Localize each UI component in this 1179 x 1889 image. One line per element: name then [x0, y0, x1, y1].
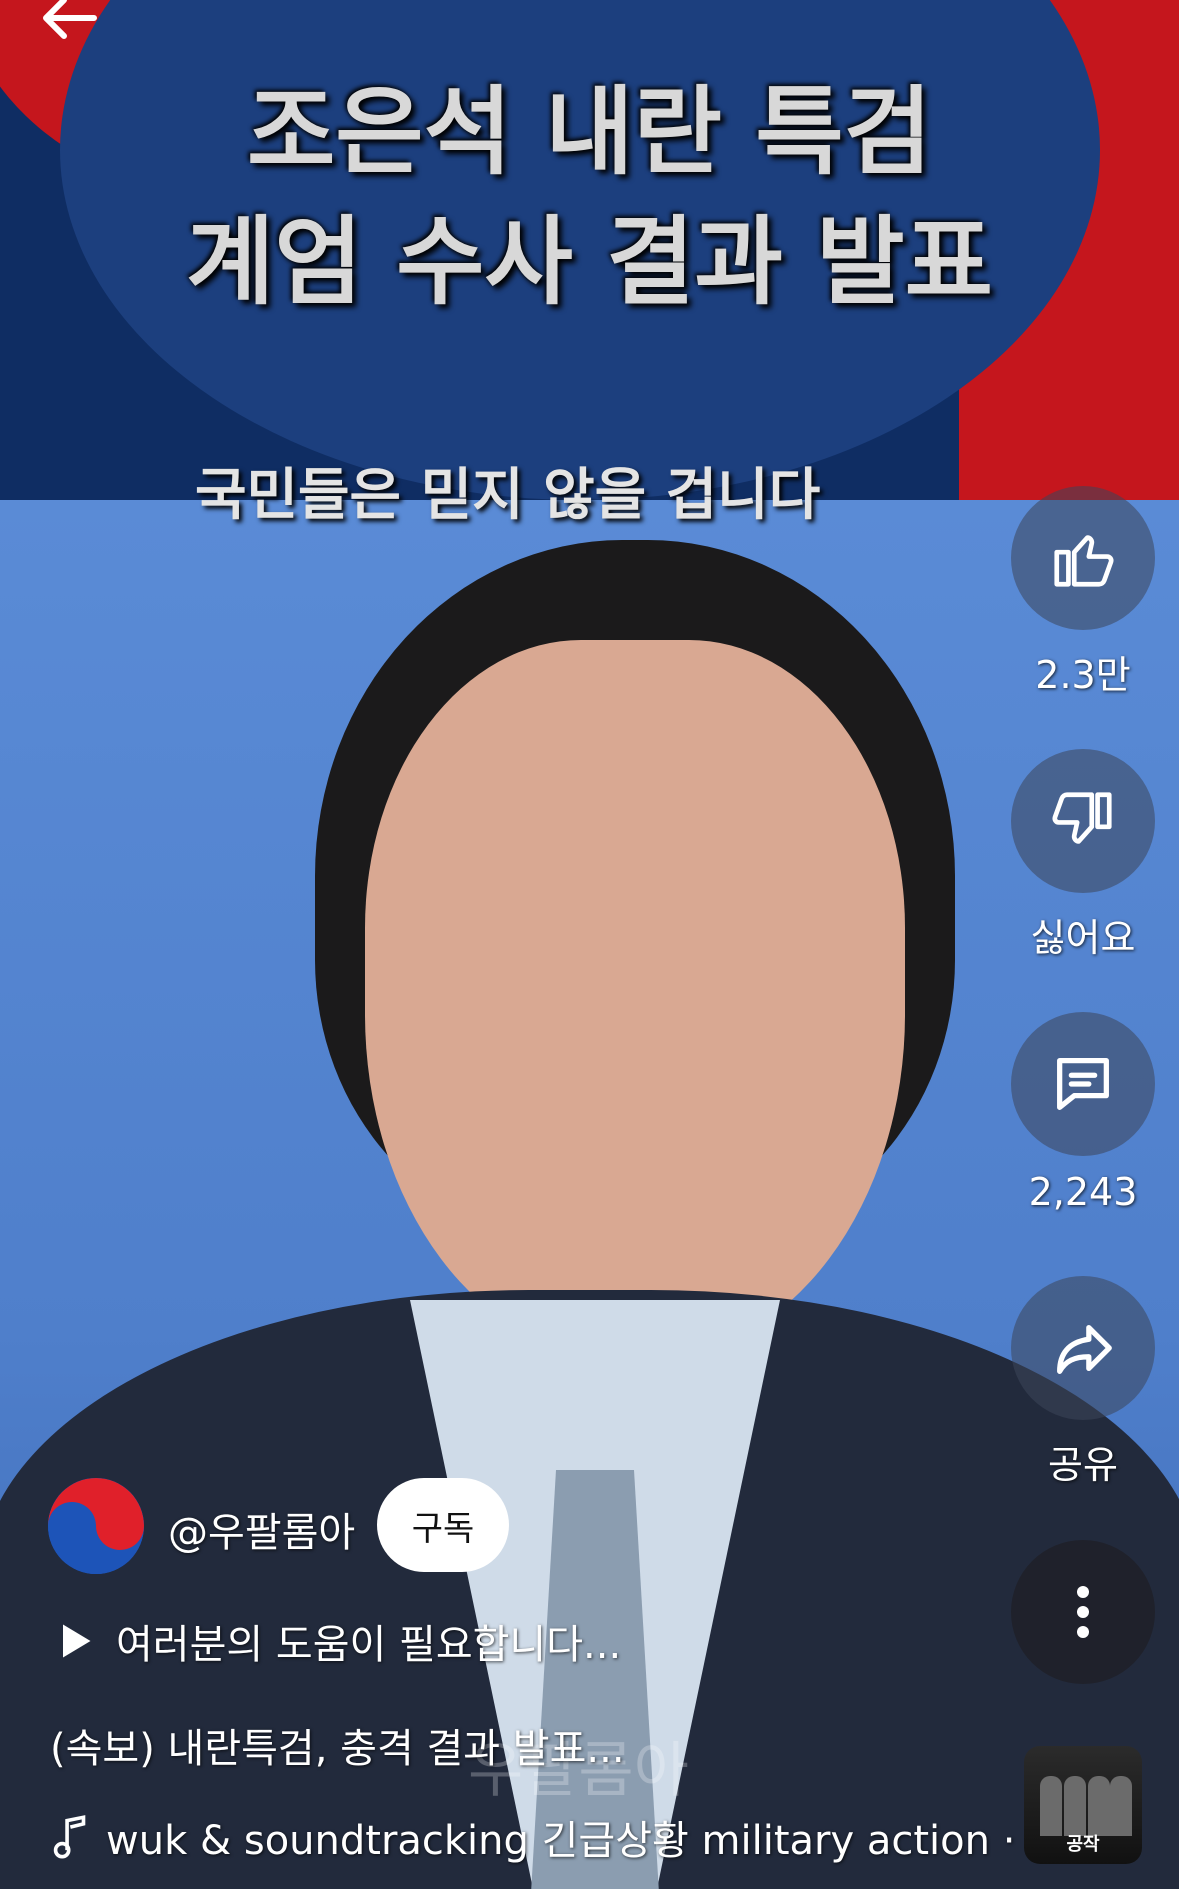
shorts-player[interactable]: 조은석 내란 특검 계엄 수사 결과 발표 국민들은 믿지 않을 겁니다 우팔롬… [0, 0, 1179, 1889]
back-button[interactable] [34, 0, 114, 50]
thumbnail-figure [1040, 1776, 1062, 1836]
thumbnail-figure [1088, 1776, 1110, 1836]
music-note-icon [53, 1815, 86, 1859]
related-video-link[interactable]: 여러분의 도움이 필요합니다... [52, 1612, 621, 1670]
like-count: 2.3만 [1035, 653, 1131, 697]
thumbs-down-icon [1052, 792, 1112, 844]
video-title-line1: 조은석 내란 특검 [246, 76, 933, 188]
thumbnail-title: 공작 [1066, 1834, 1100, 1855]
thumbnail-figure [1064, 1776, 1086, 1836]
person-face [365, 640, 905, 1360]
subscribe-button[interactable]: 구독 [377, 1478, 509, 1572]
music-track-text: wuk & soundtracking 긴급상황 military action… [106, 1818, 1016, 1864]
video-title-line2: 계엄 수사 결과 발표 [186, 206, 993, 318]
share-button[interactable] [1011, 1276, 1155, 1420]
more-vertical-icon [1077, 1586, 1089, 1638]
share-icon [1057, 1324, 1112, 1374]
back-arrow-icon [43, 0, 97, 39]
comment-icon [1057, 1058, 1109, 1110]
video-caption[interactable]: (속보) 내란특검, 충격 결과 발표... [50, 1716, 625, 1774]
dislike-button[interactable] [1011, 749, 1155, 893]
thumbs-up-icon [1054, 535, 1114, 587]
comment-count: 2,243 [1028, 1170, 1138, 1214]
music-link[interactable]: wuk & soundtracking 긴급상황 military action… [52, 1808, 1015, 1866]
taegeuk-avatar-icon [48, 1478, 144, 1574]
share-label: 공유 [1048, 1443, 1118, 1487]
comments-button[interactable] [1011, 1012, 1155, 1156]
channel-handle[interactable]: @우팔롬아 [168, 1500, 355, 1558]
audio-thumbnail[interactable]: 공작 [1024, 1746, 1142, 1864]
channel-avatar[interactable] [48, 1478, 144, 1574]
video-subtitle: 국민들은 믿지 않을 겁니다 [195, 463, 821, 528]
dislike-label: 싫어요 [1030, 916, 1136, 960]
related-video-text: 여러분의 도움이 필요합니다... [116, 1622, 622, 1668]
more-options-button[interactable] [1011, 1540, 1155, 1684]
thumbnail-figure [1110, 1776, 1132, 1836]
play-icon [63, 1624, 91, 1658]
like-button[interactable] [1011, 486, 1155, 630]
